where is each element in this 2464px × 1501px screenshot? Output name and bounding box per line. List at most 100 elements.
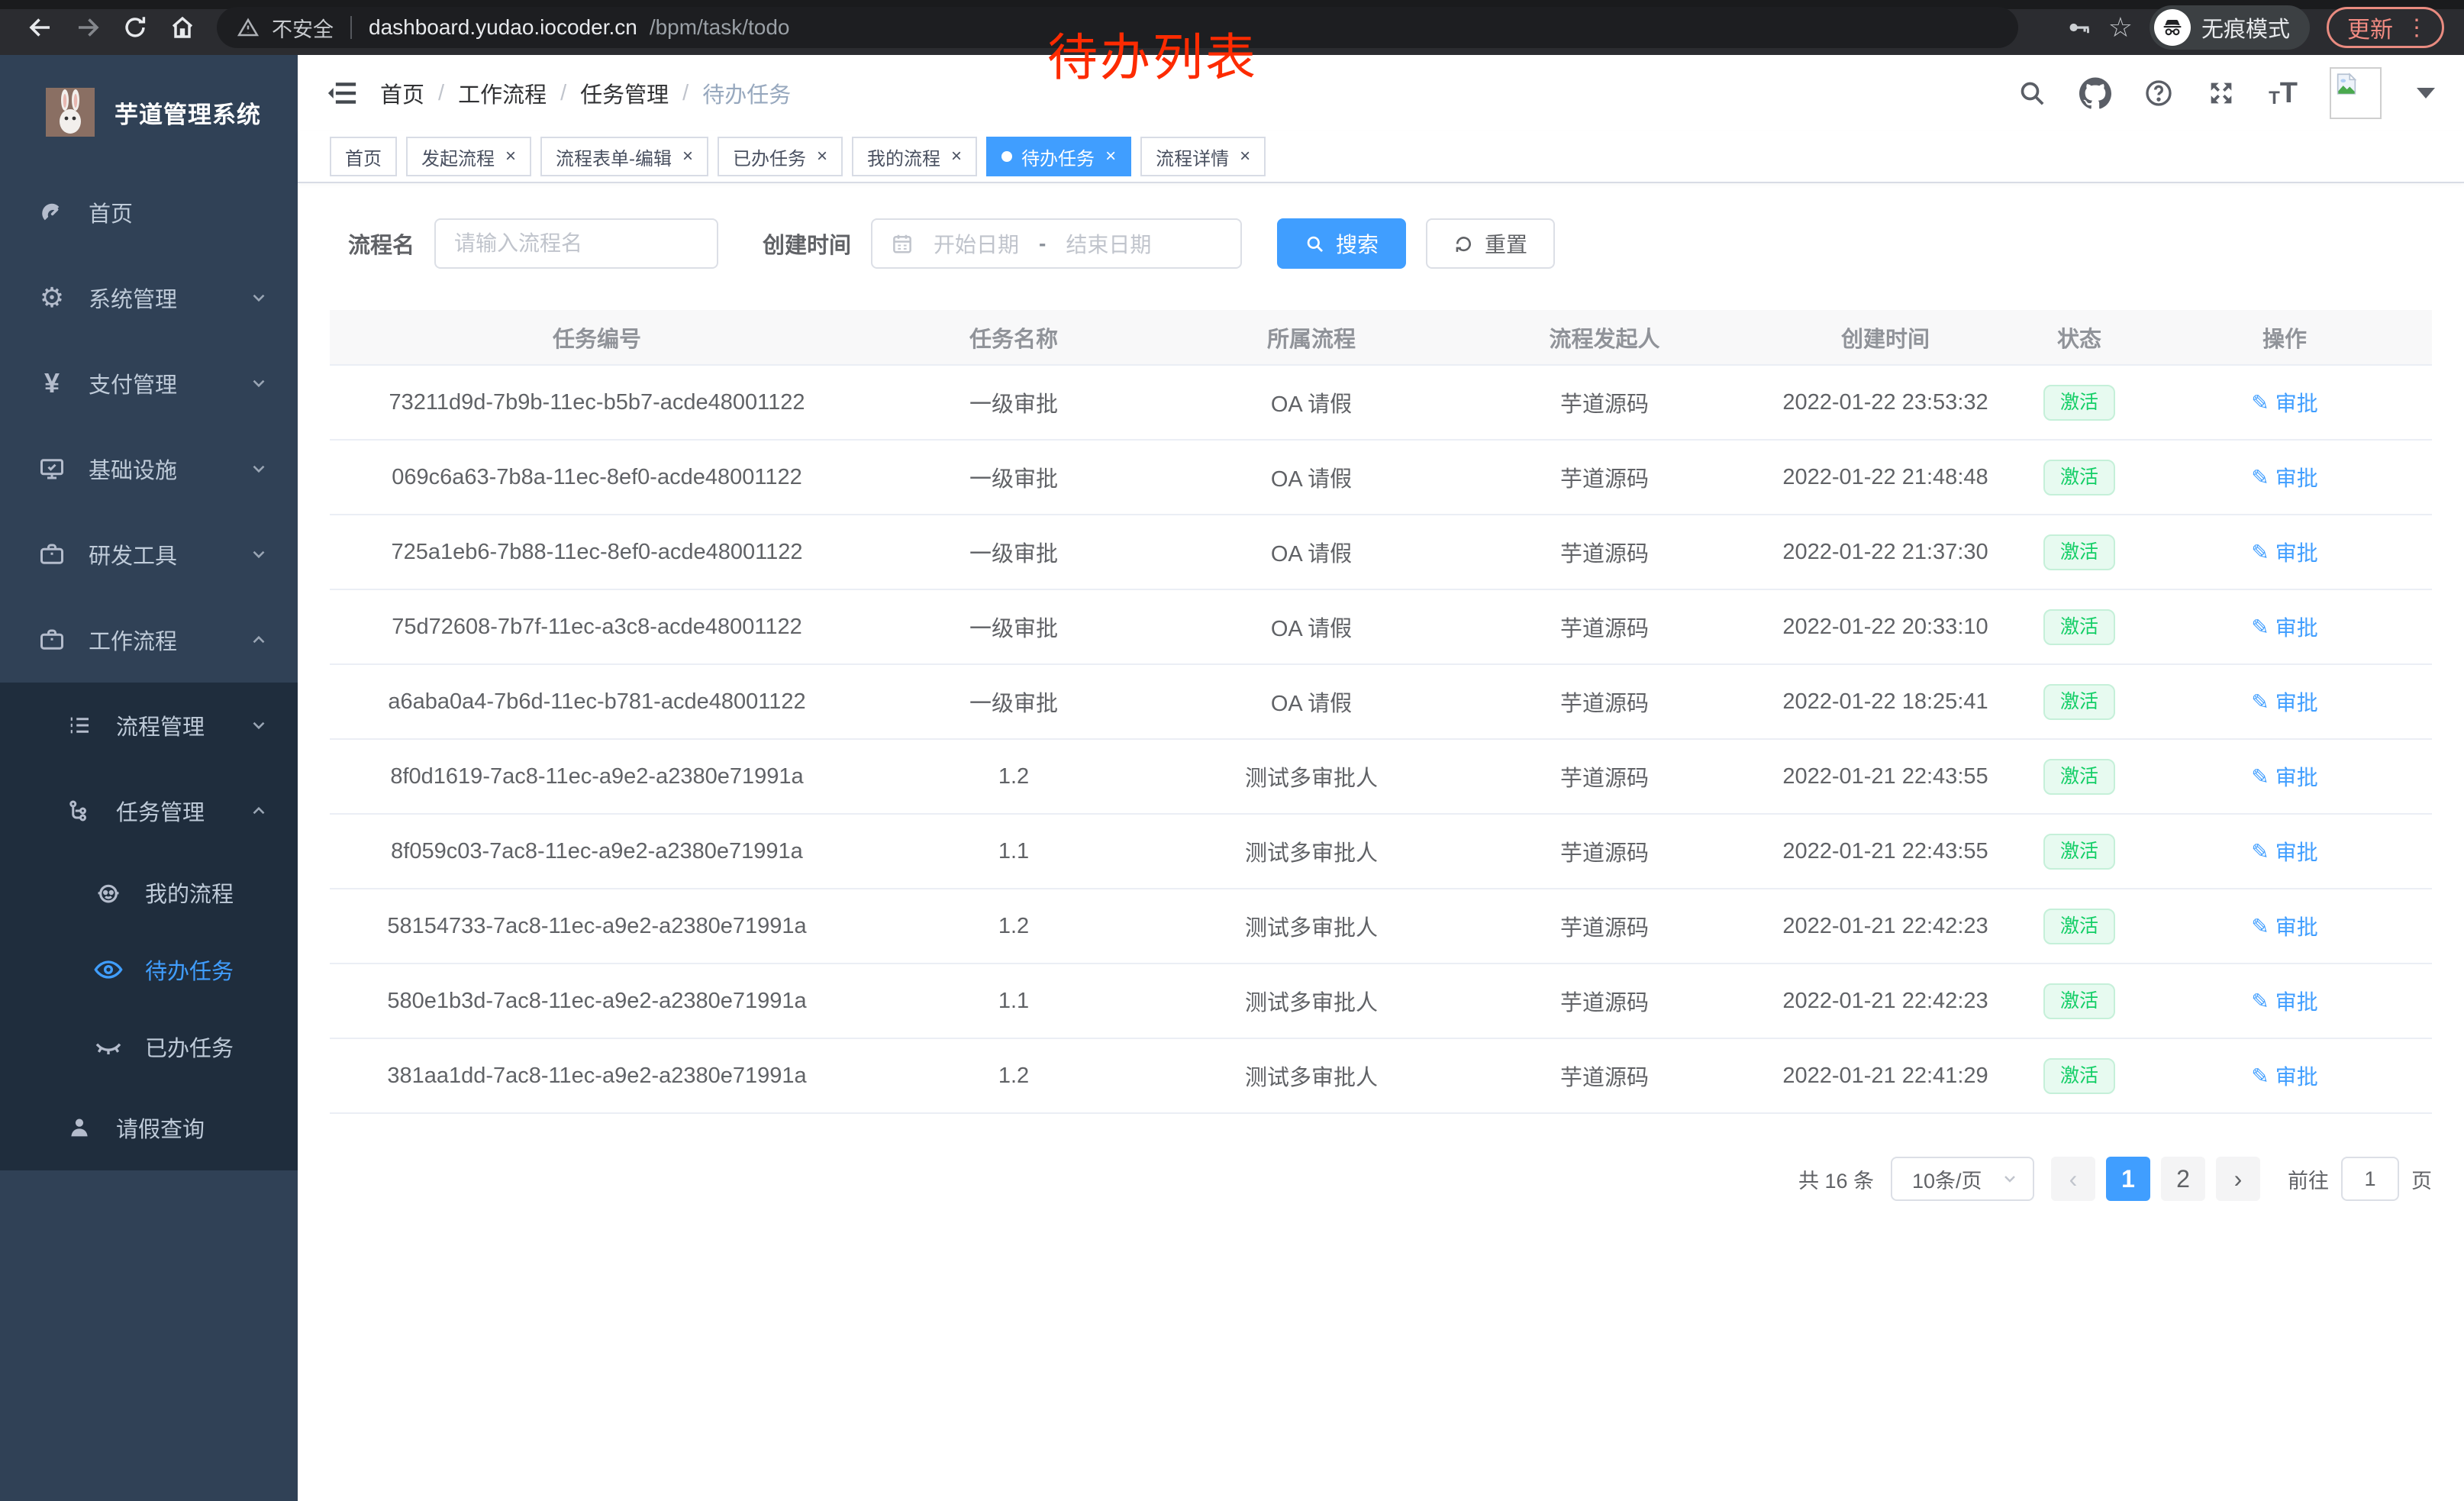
bookmark-star-icon[interactable]: ☆ (2108, 11, 2133, 44)
jump-prefix: 前往 (2288, 1164, 2329, 1194)
cell-task-name: 1.1 (864, 814, 1163, 889)
page-size-select[interactable]: 10条/页 (1891, 1157, 2034, 1201)
url-host: dashboard.yudao.iocoder.cn (369, 15, 637, 40)
url-path: /bpm/task/todo (650, 15, 790, 40)
close-icon[interactable]: × (1105, 146, 1116, 167)
date-range-picker[interactable]: 开始日期 - 结束日期 (871, 218, 1242, 269)
sidebar-item-process-management[interactable]: 流程管理 (0, 683, 298, 768)
cell-create-time: 2022-01-22 18:25:41 (1750, 664, 2021, 739)
browser-home-button[interactable] (162, 7, 203, 48)
create-time-label: 创建时间 (763, 228, 851, 260)
approve-link[interactable]: ✎审批 (2251, 761, 2317, 792)
status-badge: 激活 (2043, 834, 2115, 870)
pagination-page-2[interactable]: 2 (2161, 1157, 2205, 1201)
sidebar-item-home[interactable]: 首页 (0, 169, 298, 255)
robot-face-icon (89, 878, 128, 907)
search-icon[interactable] (2017, 78, 2047, 108)
edit-pen-icon: ✎ (2251, 1064, 2269, 1089)
cell-status: 激活 (2021, 515, 2137, 589)
reset-button[interactable]: 重置 (1426, 218, 1555, 269)
sidebar-logo-row[interactable]: 芋道管理系统 (0, 55, 298, 169)
breadcrumb-separator: / (560, 81, 566, 106)
approve-link[interactable]: ✎审批 (2251, 612, 2317, 642)
approve-link[interactable]: ✎审批 (2251, 537, 2317, 567)
sidebar-item-label: 研发工具 (89, 538, 177, 570)
cell-starter: 芋道源码 (1459, 1038, 1750, 1113)
approve-link[interactable]: ✎审批 (2251, 462, 2317, 492)
approve-link[interactable]: ✎审批 (2251, 1060, 2317, 1091)
close-icon[interactable]: × (951, 146, 962, 167)
col-task-id: 任务编号 (330, 310, 864, 365)
breadcrumb-workflow[interactable]: 工作流程 (458, 77, 547, 109)
app-logo (46, 88, 95, 137)
sidebar-item-label: 已办任务 (145, 1031, 234, 1063)
sidebar-item-todo-tasks[interactable]: 待办任务 (0, 931, 298, 1008)
table-header-row: 任务编号 任务名称 所属流程 流程发起人 创建时间 状态 操作 (330, 310, 2432, 365)
approve-link[interactable]: ✎审批 (2251, 911, 2317, 941)
sidebar-item-infrastructure[interactable]: 基础设施 (0, 426, 298, 512)
search-button[interactable]: 搜索 (1277, 218, 1406, 269)
tab-my-process[interactable]: 我的流程 × (852, 137, 977, 176)
sidebar-item-my-process[interactable]: 我的流程 (0, 854, 298, 931)
cell-status: 激活 (2021, 964, 2137, 1038)
tab-process-form-edit[interactable]: 流程表单-编辑× (540, 137, 708, 176)
close-icon[interactable]: × (817, 146, 827, 167)
broken-image-icon (2333, 71, 2359, 97)
pagination-next-button[interactable]: › (2216, 1157, 2260, 1201)
tab-process-detail[interactable]: 流程详情× (1140, 137, 1266, 176)
breadcrumb-task-management[interactable]: 任务管理 (580, 77, 669, 109)
tab-start-process[interactable]: 发起流程× (406, 137, 531, 176)
browser-reload-button[interactable] (114, 7, 156, 48)
edit-pen-icon: ✎ (2251, 839, 2269, 864)
browser-forward-button[interactable] (67, 7, 108, 48)
cell-task-id: 8f059c03-7ac8-11ec-a9e2-a2380e71991a (330, 814, 864, 889)
close-icon[interactable]: × (505, 146, 516, 167)
approve-link[interactable]: ✎审批 (2251, 686, 2317, 717)
pagination-prev-button[interactable]: ‹ (2051, 1157, 2095, 1201)
pagination-page-1[interactable]: 1 (2106, 1157, 2150, 1201)
help-icon[interactable] (2143, 78, 2174, 108)
browser-update-button[interactable]: 更新 ⋮ (2327, 7, 2444, 48)
cell-task-name: 1.2 (864, 739, 1163, 814)
password-key-icon[interactable] (2066, 15, 2091, 40)
avatar-dropdown-caret-icon[interactable] (2417, 88, 2435, 98)
table-row: 75d72608-7b7f-11ec-a3c8-acde48001122 一级审… (330, 589, 2432, 664)
tab-home[interactable]: 首页 (330, 137, 397, 176)
close-icon[interactable]: × (682, 146, 693, 167)
sidebar-item-system[interactable]: ⚙ 系统管理 (0, 255, 298, 341)
sidebar-item-workflow[interactable]: 工作流程 (0, 597, 298, 683)
approve-link[interactable]: ✎审批 (2251, 986, 2317, 1016)
sidebar-item-done-tasks[interactable]: 已办任务 (0, 1008, 298, 1085)
tab-label: 我的流程 (867, 144, 940, 170)
sidebar-item-label: 待办任务 (145, 954, 234, 986)
tab-todo-tasks[interactable]: 待办任务× (986, 137, 1131, 176)
date-range-separator: - (1039, 231, 1046, 256)
sidebar-collapse-button[interactable] (327, 78, 357, 108)
sidebar-item-task-management[interactable]: 任务管理 (0, 768, 298, 854)
breadcrumb-home[interactable]: 首页 (380, 77, 424, 109)
font-size-icon[interactable]: TT (2269, 79, 2298, 108)
status-badge: 激活 (2043, 759, 2115, 795)
sidebar-item-leave-query[interactable]: 请假查询 (0, 1085, 298, 1170)
table-row: 8f0d1619-7ac8-11ec-a9e2-a2380e71991a 1.2… (330, 739, 2432, 814)
process-name-input[interactable] (454, 231, 698, 256)
cell-create-time: 2022-01-22 20:33:10 (1750, 589, 2021, 664)
tab-done-tasks[interactable]: 已办任务× (718, 137, 843, 176)
sidebar-item-dev-tools[interactable]: 研发工具 (0, 512, 298, 597)
close-icon[interactable]: × (1240, 146, 1250, 167)
browser-back-button[interactable] (20, 7, 61, 48)
jump-page-input[interactable] (2341, 1157, 2399, 1201)
fullscreen-icon[interactable] (2206, 78, 2237, 108)
sidebar: 芋道管理系统 首页 ⚙ 系统管理 ¥ 支付管理 基础设施 (0, 55, 298, 1501)
approve-link[interactable]: ✎审批 (2251, 387, 2317, 418)
cell-process: 测试多审批人 (1163, 1038, 1459, 1113)
approve-link[interactable]: ✎审批 (2251, 836, 2317, 867)
sidebar-item-payment[interactable]: ¥ 支付管理 (0, 341, 298, 426)
sidebar-item-label: 支付管理 (89, 367, 177, 399)
avatar[interactable] (2330, 67, 2382, 119)
end-date-placeholder: 结束日期 (1066, 228, 1151, 259)
cell-task-name: 1.2 (864, 1038, 1163, 1113)
home-icon (169, 14, 196, 41)
browser-menu-dots-icon[interactable]: ⋮ (2405, 15, 2428, 41)
github-icon[interactable] (2079, 77, 2111, 109)
